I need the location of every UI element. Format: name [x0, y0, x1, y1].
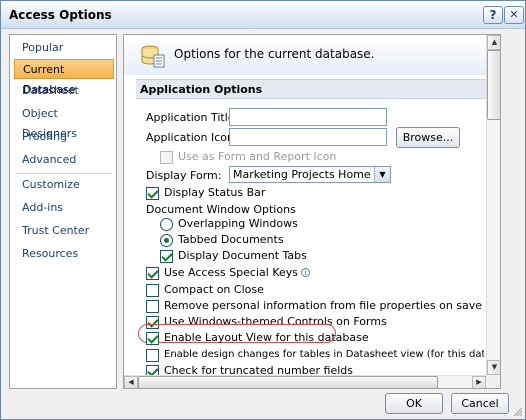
scroll-left-arrow-icon[interactable]: ◀: [124, 376, 138, 388]
overlapping-windows-label: Overlapping Windows: [178, 217, 298, 230]
document-window-options-label: Document Window Options: [146, 203, 296, 216]
compact-on-close-label: Compact on Close: [164, 283, 264, 296]
database-options-icon: [141, 45, 165, 68]
nav-item-popular[interactable]: Popular: [14, 38, 114, 58]
application-title-label: Application Title:: [146, 111, 239, 124]
options-content-panel: Options for the current database. Applic…: [123, 34, 501, 389]
info-icon[interactable]: i: [301, 268, 311, 277]
scrollbar-corner: [486, 375, 500, 388]
enable-layout-view-label: Enable Layout View for this database: [164, 331, 369, 344]
display-form-label: Display Form:: [146, 169, 222, 182]
use-access-special-keys-checkbox[interactable]: [146, 267, 159, 280]
section-title: Application Options: [140, 83, 263, 96]
display-document-tabs-label: Display Document Tabs: [178, 249, 307, 262]
options-nav: Popular Current Database Datasheet Objec…: [9, 34, 117, 389]
browse-button[interactable]: Browse...: [396, 127, 460, 148]
use-as-form-icon-option[interactable]: Use as Form and Report Icon: [160, 150, 360, 165]
remove-personal-info-option[interactable]: Remove personal information from file pr…: [146, 299, 482, 314]
window-title: Access Options: [9, 8, 112, 22]
access-options-dialog: Access Options ? ✕ Popular Current Datab…: [0, 0, 526, 420]
ok-button[interactable]: OK: [385, 393, 443, 414]
nav-separator: [16, 173, 112, 174]
nav-item-resources[interactable]: Resources: [14, 244, 114, 264]
overlapping-windows-option[interactable]: Overlapping Windows: [160, 217, 360, 232]
nav-item-proofing[interactable]: Proofing: [14, 127, 114, 147]
vertical-scrollbar[interactable]: ▲ ▼: [486, 35, 500, 375]
help-button[interactable]: ?: [483, 6, 503, 24]
nav-item-customize[interactable]: Customize: [14, 175, 114, 195]
application-title-input[interactable]: [229, 108, 387, 126]
enable-design-changes-checkbox[interactable]: [146, 349, 159, 362]
display-status-bar-label: Display Status Bar: [164, 186, 266, 199]
remove-personal-info-checkbox[interactable]: [146, 300, 159, 313]
nav-item-datasheet[interactable]: Datasheet: [14, 81, 114, 101]
tabbed-documents-label: Tabbed Documents: [178, 233, 284, 246]
tabbed-documents-option[interactable]: Tabbed Documents: [160, 233, 360, 248]
use-access-special-keys-option[interactable]: Use Access Special Keys i: [146, 266, 346, 281]
compact-on-close-checkbox[interactable]: [146, 284, 159, 297]
tabbed-documents-radio[interactable]: [160, 234, 173, 247]
scroll-right-arrow-icon[interactable]: ▶: [472, 376, 486, 388]
chevron-down-icon[interactable]: ▼: [374, 167, 390, 182]
enable-layout-view-option[interactable]: Enable Layout View for this database: [146, 331, 386, 346]
nav-item-trust-center[interactable]: Trust Center: [14, 221, 114, 241]
use-access-special-keys-label: Use Access Special Keys: [164, 266, 299, 279]
display-status-bar-checkbox[interactable]: [146, 187, 159, 200]
display-form-value: Marketing Projects Home: [233, 168, 371, 181]
use-access-special-keys-text: Use Access Special Keys i: [164, 266, 311, 279]
content-header: Options for the current database.: [124, 35, 486, 75]
scroll-down-arrow-icon[interactable]: ▼: [487, 360, 500, 375]
horizontal-scrollbar[interactable]: ◀ ▶: [124, 375, 486, 388]
close-button[interactable]: ✕: [504, 6, 524, 24]
nav-item-add-ins[interactable]: Add-ins: [14, 198, 114, 218]
application-icon-input[interactable]: [229, 128, 387, 146]
cancel-button[interactable]: Cancel: [451, 393, 509, 414]
nav-item-advanced[interactable]: Advanced: [14, 150, 114, 170]
content-header-text: Options for the current database.: [174, 47, 375, 61]
vertical-scroll-thumb[interactable]: [487, 50, 500, 120]
enable-layout-view-checkbox[interactable]: [146, 332, 159, 345]
section-header-application-options: Application Options: [136, 79, 486, 99]
nav-item-object-designers[interactable]: Object Designers: [14, 104, 114, 140]
use-as-form-icon-label: Use as Form and Report Icon: [178, 150, 337, 163]
nav-item-current-database[interactable]: Current Database: [14, 59, 114, 96]
display-document-tabs-checkbox[interactable]: [160, 250, 173, 263]
overlapping-windows-radio[interactable]: [160, 218, 173, 231]
compact-on-close-option[interactable]: Compact on Close: [146, 283, 346, 298]
application-icon-label: Application Icon:: [146, 131, 238, 144]
enable-design-changes-label: Enable design changes for tables in Data…: [164, 349, 484, 360]
display-form-select[interactable]: Marketing Projects Home ▼: [229, 166, 391, 183]
scroll-up-arrow-icon[interactable]: ▲: [487, 35, 500, 50]
display-status-bar-option[interactable]: Display Status Bar: [146, 186, 346, 201]
display-document-tabs-option[interactable]: Display Document Tabs: [160, 249, 360, 264]
remove-personal-info-label: Remove personal information from file pr…: [164, 299, 483, 312]
use-as-form-icon-checkbox[interactable]: [160, 151, 173, 164]
title-bar[interactable]: Access Options ? ✕: [1, 1, 525, 29]
horizontal-scroll-thumb[interactable]: [138, 376, 438, 388]
enable-design-changes-option[interactable]: Enable design changes for tables in Data…: [146, 348, 484, 363]
resize-grip-icon[interactable]: [511, 405, 523, 417]
